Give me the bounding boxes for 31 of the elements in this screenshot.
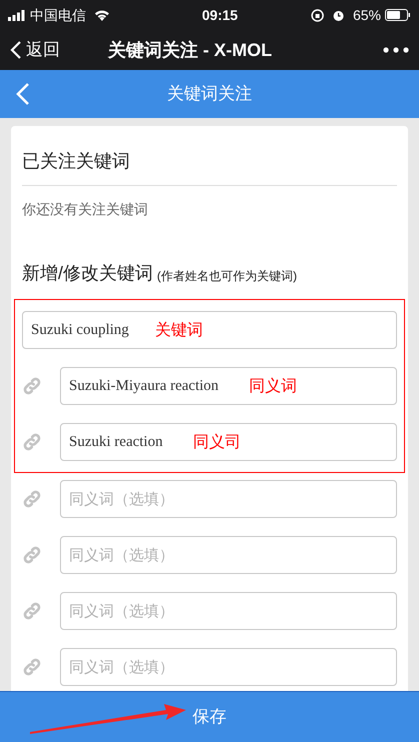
section-title: 新增/修改关键词 bbox=[22, 262, 154, 285]
link-icon bbox=[22, 657, 42, 677]
back-button[interactable]: 返回 bbox=[10, 37, 60, 63]
input-field[interactable]: 同义词（选填） bbox=[60, 592, 397, 630]
empty-message: 你还没有关注关键词 bbox=[22, 200, 149, 219]
wifi-icon bbox=[94, 9, 110, 21]
link-icon bbox=[22, 545, 42, 565]
input-field[interactable]: 同义词（选填） bbox=[60, 536, 397, 574]
lock-rotation-icon bbox=[310, 8, 324, 22]
annotation-text: 关键词 bbox=[155, 320, 203, 341]
input-field[interactable]: 同义词（选填） bbox=[60, 648, 397, 686]
back-chevron-icon bbox=[10, 40, 22, 60]
time-text: 09:15 bbox=[202, 6, 238, 24]
link-icon bbox=[22, 601, 42, 621]
battery-text: 65% bbox=[352, 6, 381, 24]
alarm-icon bbox=[332, 8, 345, 22]
more-icon[interactable] bbox=[383, 47, 409, 53]
link-icon bbox=[22, 489, 42, 509]
annotation-text: 同义词 bbox=[249, 376, 297, 397]
back-chevron-icon[interactable] bbox=[16, 82, 30, 106]
input-field[interactable]: 同义词（选填） bbox=[60, 480, 397, 518]
signal-icon bbox=[8, 10, 26, 20]
annotation-text: 同义司 bbox=[193, 432, 241, 453]
window-title: 关键词关注 - X-MOL bbox=[108, 38, 272, 62]
section-title: 已关注关键词 bbox=[22, 150, 131, 173]
header-title: 关键词关注 bbox=[167, 83, 252, 106]
link-icon bbox=[22, 376, 42, 396]
battery-icon bbox=[385, 9, 411, 21]
link-icon bbox=[22, 432, 42, 452]
carrier-text: 中国电信 bbox=[30, 6, 86, 24]
section-note: (作者姓名也可作为关键词) bbox=[157, 268, 298, 285]
